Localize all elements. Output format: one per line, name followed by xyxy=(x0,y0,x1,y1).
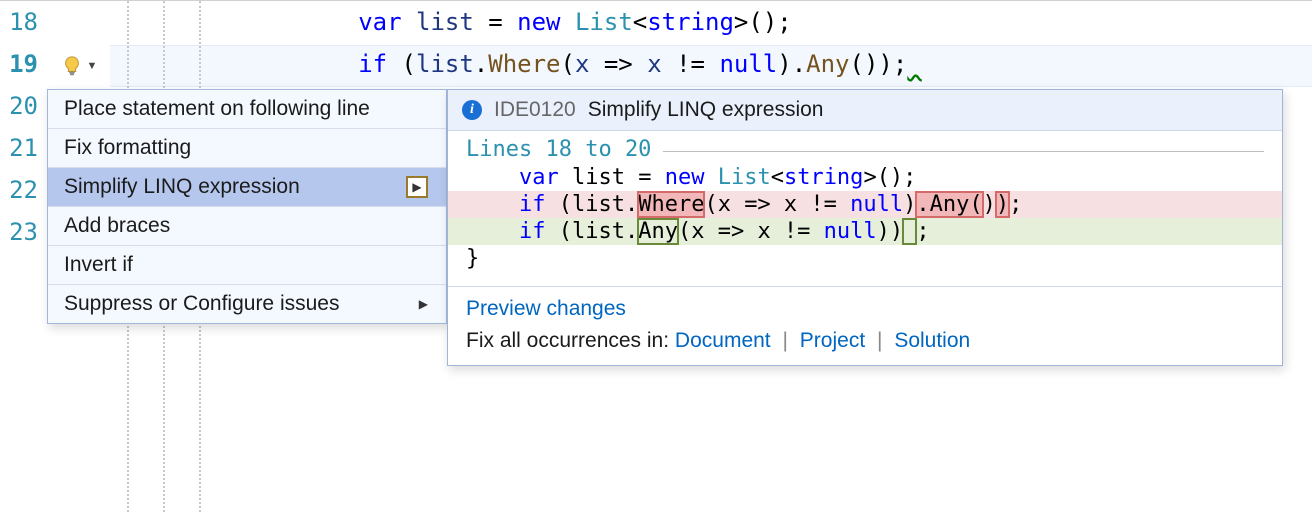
line-number: 22 xyxy=(0,169,48,211)
code-line-18[interactable]: var list = new List<string>(); xyxy=(127,1,1312,43)
fix-scope-project[interactable]: Project xyxy=(800,329,865,352)
preview-changes-link[interactable]: Preview changes xyxy=(466,297,626,320)
punct: ) xyxy=(777,50,791,78)
fix-scope-solution[interactable]: Solution xyxy=(894,329,970,352)
lightbulb-icon xyxy=(61,55,83,77)
identifier: x xyxy=(647,50,661,78)
warning-squiggle xyxy=(907,50,921,78)
chevron-down-icon: ▼ xyxy=(87,60,98,72)
keyword: null xyxy=(719,50,777,78)
line-number-gutter: 18 19 20 21 22 23 xyxy=(0,1,48,253)
diff-context-line: } xyxy=(448,245,1282,272)
code-area[interactable]: var list = new List<string>(); if (list.… xyxy=(127,1,1312,85)
qa-fix-formatting[interactable]: Fix formatting xyxy=(48,128,446,167)
menu-label: Simplify LINQ expression xyxy=(64,175,300,199)
identifier: list xyxy=(416,50,474,78)
line-number: 18 xyxy=(0,1,48,43)
identifier: x xyxy=(575,50,589,78)
preview-footer: Preview changes Fix all occurrences in: … xyxy=(448,286,1282,365)
preview-diff: Lines 18 to 20 var list = new List<strin… xyxy=(448,131,1282,286)
method: Any xyxy=(806,50,849,78)
keyword: string xyxy=(647,8,734,36)
method: Where xyxy=(488,50,560,78)
diagnostic-title: Simplify LINQ expression xyxy=(588,98,824,122)
preview-header: i IDE0120 Simplify LINQ expression xyxy=(448,90,1282,131)
context-header: Lines 18 to 20 xyxy=(448,135,1282,164)
operator: => xyxy=(589,50,647,78)
fix-all-label: Fix all occurrences in: xyxy=(466,329,669,352)
added-token: Any xyxy=(638,219,678,244)
line-number: 23 xyxy=(0,211,48,253)
identifier: list xyxy=(416,8,474,36)
divider: | xyxy=(776,329,793,352)
context-label: Lines 18 to 20 xyxy=(466,137,651,162)
removed-token: ) xyxy=(996,192,1009,217)
submenu-arrow-icon: ▶ xyxy=(419,297,428,311)
line-number: 20 xyxy=(0,85,48,127)
menu-label: Fix formatting xyxy=(64,136,191,160)
quick-actions-menu: Place statement on following line Fix fo… xyxy=(47,89,447,324)
menu-label: Invert if xyxy=(64,253,133,277)
punct: . xyxy=(474,50,488,78)
submenu-arrow-icon: ▶ xyxy=(406,176,428,198)
punct: > xyxy=(734,8,748,36)
diff-context-line: var list = new List<string>(); xyxy=(448,164,1282,191)
operator: != xyxy=(662,50,720,78)
punct: ( xyxy=(387,50,416,78)
qa-add-braces[interactable]: Add braces xyxy=(48,206,446,245)
punct: . xyxy=(792,50,806,78)
qa-place-statement[interactable]: Place statement on following line xyxy=(48,90,446,128)
diff-added-line: if (list.Any(x => x != null)) ; xyxy=(448,218,1282,245)
added-token xyxy=(903,219,916,244)
line-number: 19 xyxy=(0,43,48,85)
keyword: new xyxy=(517,8,560,36)
info-icon: i xyxy=(462,100,482,120)
divider: | xyxy=(871,329,888,352)
qa-suppress-configure[interactable]: Suppress or Configure issues ▶ xyxy=(48,284,446,323)
punct: < xyxy=(633,8,647,36)
punct: ( xyxy=(561,50,575,78)
fix-preview-panel: i IDE0120 Simplify LINQ expression Lines… xyxy=(447,89,1283,366)
diff-removed-line: if (list.Where(x => x != null).Any()); xyxy=(448,191,1282,218)
type: List xyxy=(575,8,633,36)
punct: (); xyxy=(748,8,791,36)
removed-token: .Any( xyxy=(916,192,982,217)
menu-label: Add braces xyxy=(64,214,170,238)
diagnostic-id: IDE0120 xyxy=(494,98,576,122)
divider xyxy=(663,151,1264,152)
qa-simplify-linq[interactable]: Simplify LINQ expression ▶ xyxy=(48,167,446,206)
removed-token: Where xyxy=(638,192,704,217)
quick-actions-lightbulb[interactable]: ▼ xyxy=(52,51,106,81)
qa-invert-if[interactable]: Invert if xyxy=(48,245,446,284)
line-number: 21 xyxy=(0,127,48,169)
menu-label: Place statement on following line xyxy=(64,97,370,121)
code-editor: 18 19 20 21 22 23 var list = new List<st… xyxy=(0,0,1312,512)
keyword: if xyxy=(358,50,387,78)
fix-scope-document[interactable]: Document xyxy=(675,329,771,352)
code-line-19[interactable]: if (list.Where(x => x != null).Any()); xyxy=(127,43,1312,85)
operator: = xyxy=(474,8,517,36)
menu-label: Suppress or Configure issues xyxy=(64,292,339,316)
punct: ()); xyxy=(850,50,908,78)
keyword: var xyxy=(358,8,401,36)
